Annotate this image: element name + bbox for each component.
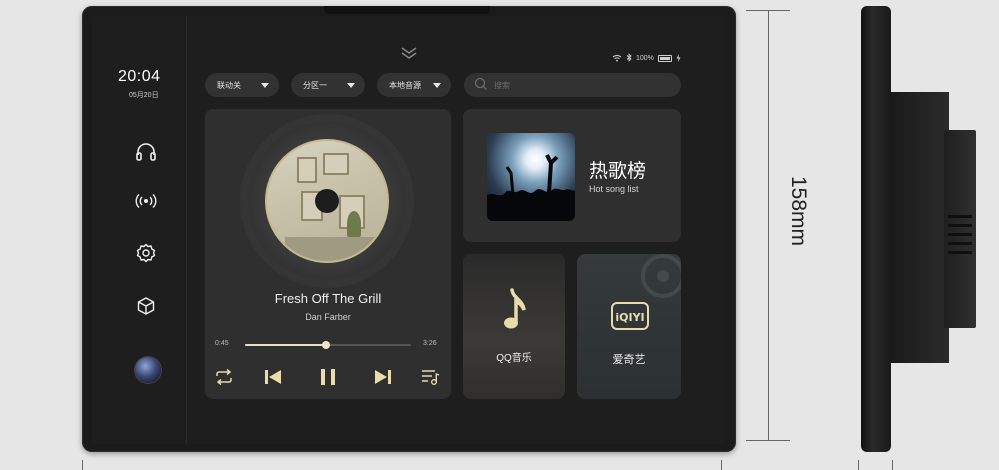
music-note-icon [503,288,527,337]
qq-music-label: QQ音乐 [496,353,532,364]
source-dropdown-label: 本地音源 [389,80,421,90]
vent-fin [948,224,972,227]
depth-tick-right [892,460,893,470]
progress-knob[interactable] [322,341,331,349]
sidebar: 20:04 05月20日 [92,16,187,444]
avatar[interactable] [135,357,161,383]
status-bar: 100% [612,53,681,64]
source-dropdown[interactable]: 本地音源 [377,73,451,97]
device-back-module [944,130,976,328]
device-notch [324,6,490,14]
current-time: 0:45 [215,340,229,347]
previous-track-icon[interactable] [261,365,285,389]
disc-hole [315,189,339,213]
device-back-housing [891,92,949,363]
iqiyi-card[interactable]: iQIYI 爱奇艺 [577,254,681,399]
repeat-icon[interactable] [212,365,236,389]
track-title: Fresh Off The Grill [274,291,382,306]
height-dimension-line [768,10,769,440]
progress-fill [245,344,327,346]
headphones-icon[interactable] [134,140,158,164]
progress-slider[interactable] [245,341,411,349]
hot-song-list-card[interactable]: 热歌榜 Hot song list [463,109,681,242]
charging-icon [676,53,681,64]
depth-tick-left [858,460,859,470]
search-input[interactable] [494,80,654,90]
pause-icon[interactable] [316,365,340,389]
vent-fin [948,215,972,218]
wifi-icon [612,54,622,64]
width-tick-right [721,460,722,470]
next-track-icon[interactable] [371,365,395,389]
svg-text:iQIYI: iQIYI [615,311,644,324]
caret-down-icon [261,82,269,88]
iqiyi-logo: iQIYI [610,301,650,336]
zone-dropdown[interactable]: 分区一 [291,73,365,97]
caret-down-icon [433,82,441,88]
qq-music-card[interactable]: QQ音乐 [463,254,565,399]
linkage-dropdown-label: 联动关 [217,80,241,90]
hot-song-title: 热歌榜 [589,161,647,182]
track-artist: Dan Farber [305,312,351,322]
broadcast-icon[interactable] [134,189,158,213]
width-tick-left [82,460,83,470]
total-time: 3:26 [423,340,437,347]
screen: 20:04 05月20日 100% 联动关 分区一 本地音源 搜索 Fresh … [92,16,726,444]
vent-fin [948,242,972,245]
battery-icon [657,55,672,62]
cube-icon[interactable] [134,294,158,318]
clock-time: 20:04 [118,68,161,85]
search-bar[interactable] [464,73,681,97]
iqiyi-label: 爱奇艺 [612,354,646,366]
caret-down-icon [347,82,355,88]
music-player-card: Fresh Off The Grill Dan Farber 0:45 3:26 [205,109,451,399]
height-dimension-label: 158mm [787,176,810,247]
device-side-view [861,6,891,452]
vent-fin [948,251,972,254]
linkage-dropdown[interactable]: 联动关 [205,73,279,97]
gear-icon[interactable] [134,241,158,265]
hot-song-subtitle: Hot song list [589,184,639,194]
pull-down-chevron-icon[interactable] [398,45,420,61]
clock-date: 05月20日 [129,92,159,99]
concert-image [487,133,575,221]
vent-fin [948,233,972,236]
dimension-cap-bottom [746,440,790,441]
battery-percent: 100% [636,55,654,62]
bluetooth-icon [626,53,632,64]
zone-dropdown-label: 分区一 [303,80,327,90]
playlist-icon[interactable] [418,365,442,389]
search-icon [474,77,488,93]
panel-device: 20:04 05月20日 100% 联动关 分区一 本地音源 搜索 Fresh … [82,6,736,452]
dimension-cap-top [746,10,790,11]
